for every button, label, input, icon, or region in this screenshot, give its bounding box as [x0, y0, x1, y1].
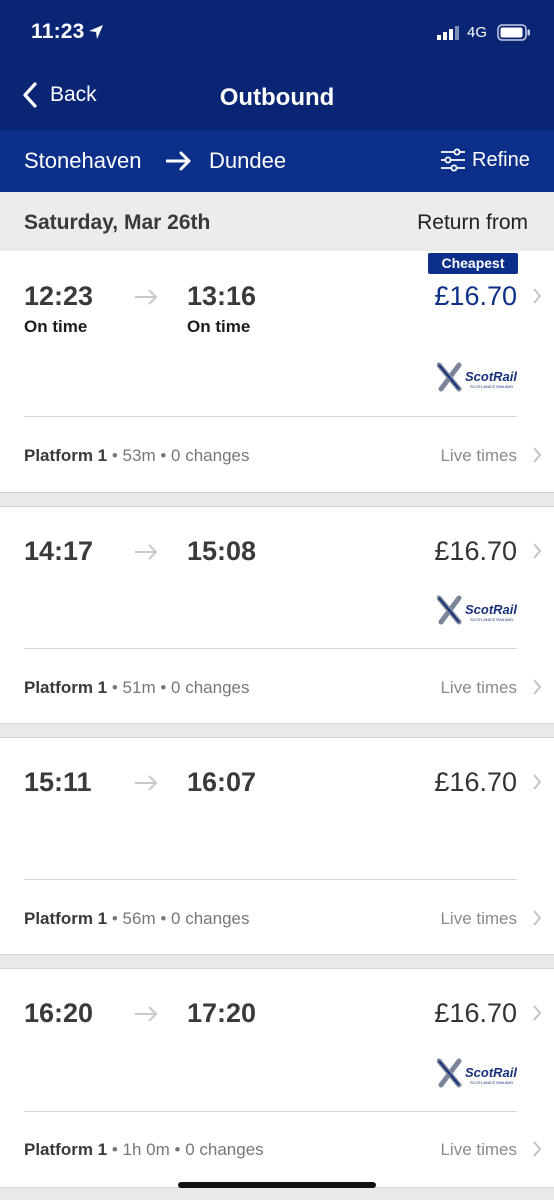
operator-tagline: SCOTLAND'S RAILWAY: [470, 1080, 514, 1085]
platform: Platform 1: [24, 446, 108, 465]
refine-label: Refine: [472, 148, 530, 171]
operator-tagline: SCOTLAND'S RAILWAY: [470, 617, 514, 622]
duration: 53m: [122, 446, 156, 465]
platform: Platform 1: [24, 909, 108, 928]
arrow-right-icon: [135, 775, 158, 791]
departure-status: On time: [24, 317, 88, 336]
chevron-right-icon: [533, 543, 542, 559]
fare-price: £16.70: [434, 536, 517, 566]
departure-time: 15:11: [24, 767, 92, 797]
date-bar: Saturday, Mar 26th Return from: [0, 192, 554, 252]
arrival-time: 15:08: [187, 536, 257, 566]
chevron-right-icon: [533, 288, 542, 304]
arrow-right-icon: [166, 151, 191, 171]
divider: [24, 648, 517, 649]
refine-button[interactable]: Refine: [440, 148, 530, 172]
home-indicator[interactable]: [178, 1182, 376, 1188]
departure-time: 12:23: [24, 281, 94, 311]
platform: Platform 1: [24, 678, 108, 697]
arrival-status: On time: [187, 317, 251, 336]
journey-meta: Platform 1 • 56m • 0 changes: [24, 909, 250, 928]
divider: [24, 1111, 517, 1112]
duration: 56m: [122, 909, 156, 928]
chevron-right-icon: [533, 679, 542, 695]
scotrail-logo: ScotRail SCOTLAND'S RAILWAY: [437, 362, 517, 392]
changes: 0 changes: [171, 909, 250, 928]
return-from-button[interactable]: Return from: [417, 211, 528, 235]
platform: Platform 1: [24, 1140, 108, 1159]
duration: 51m: [122, 678, 156, 697]
divider: [24, 879, 517, 880]
operator-name: ScotRail: [465, 369, 517, 384]
fare-price: £16.70: [434, 281, 517, 311]
operator-tagline: SCOTLAND'S RAILWAY: [470, 384, 514, 389]
chevron-right-icon: [533, 774, 542, 790]
changes: 0 changes: [185, 1140, 264, 1159]
live-times-link[interactable]: Live times: [440, 1140, 517, 1160]
departure-time: 14:17: [24, 536, 94, 566]
operator-name: ScotRail: [465, 602, 517, 617]
journey-meta: Platform 1 • 51m • 0 changes: [24, 678, 250, 697]
scotrail-logo: ScotRail SCOTLAND'S RAILWAY: [437, 1058, 517, 1088]
network-type: 4G: [467, 24, 488, 41]
journey-meta: Platform 1 • 1h 0m • 0 changes: [24, 1140, 264, 1159]
live-times-link[interactable]: Live times: [440, 446, 517, 466]
chevron-right-icon: [533, 910, 542, 926]
location-arrow-icon: [89, 25, 103, 39]
arrow-right-icon: [135, 289, 158, 305]
fare-price: £16.70: [434, 998, 517, 1028]
changes: 0 changes: [171, 678, 250, 697]
header: 11:23 4G Back Outbound: [0, 0, 554, 130]
divider: [24, 416, 517, 417]
operator-name: ScotRail: [465, 1065, 517, 1080]
arrow-right-icon: [135, 544, 158, 560]
duration: 1h 0m: [122, 1140, 170, 1159]
changes: 0 changes: [171, 446, 250, 465]
journey-card[interactable]: 16:20 17:20 £16.70 ScotRail SCOTLAND'S R…: [0, 968, 554, 1188]
journey-card[interactable]: 14:17 15:08 £16.70 ScotRail SCOTLAND'S R…: [0, 506, 554, 724]
origin-station: Stonehaven: [24, 148, 142, 173]
chevron-right-icon: [533, 1141, 542, 1157]
chevron-right-icon: [533, 447, 542, 463]
destination-station: Dundee: [209, 148, 287, 173]
live-times-link[interactable]: Live times: [440, 909, 517, 929]
signal-icon: [437, 26, 459, 40]
departure-time: 16:20: [24, 998, 94, 1028]
journey-card[interactable]: Cheapest 12:23 13:16 On time On time £16…: [0, 251, 554, 493]
arrival-time: 17:20: [187, 998, 257, 1028]
arrow-right-icon: [135, 1006, 158, 1022]
arrival-time: 13:16: [187, 281, 257, 311]
sliders-icon: [441, 148, 465, 172]
status-time: 11:23: [31, 20, 85, 43]
fare-price: £16.70: [434, 767, 517, 797]
journey-card[interactable]: 15:11 16:07 £16.70 Platform 1 • 56m • 0 …: [0, 737, 554, 955]
route-bar: Stonehaven Dundee Refine: [0, 130, 554, 192]
arrival-time: 16:07: [187, 767, 257, 797]
travel-date: Saturday, Mar 26th: [24, 211, 211, 234]
live-times-link[interactable]: Live times: [440, 678, 517, 698]
status-bar: 11:23 4G: [0, 0, 554, 64]
page-title: Outbound: [219, 84, 335, 111]
scotrail-logo: ScotRail SCOTLAND'S RAILWAY: [437, 595, 517, 625]
battery-icon: [497, 24, 530, 41]
chevron-right-icon: [533, 1005, 542, 1021]
cheapest-badge: Cheapest: [428, 253, 518, 274]
journey-meta: Platform 1 • 53m • 0 changes: [24, 446, 250, 465]
